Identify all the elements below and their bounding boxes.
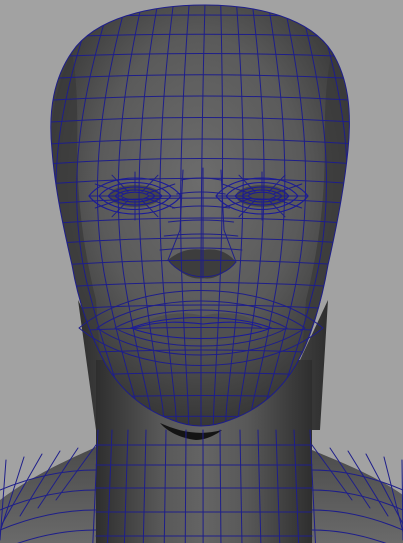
3d-viewport[interactable] — [0, 0, 403, 543]
head-model[interactable] — [0, 0, 403, 543]
